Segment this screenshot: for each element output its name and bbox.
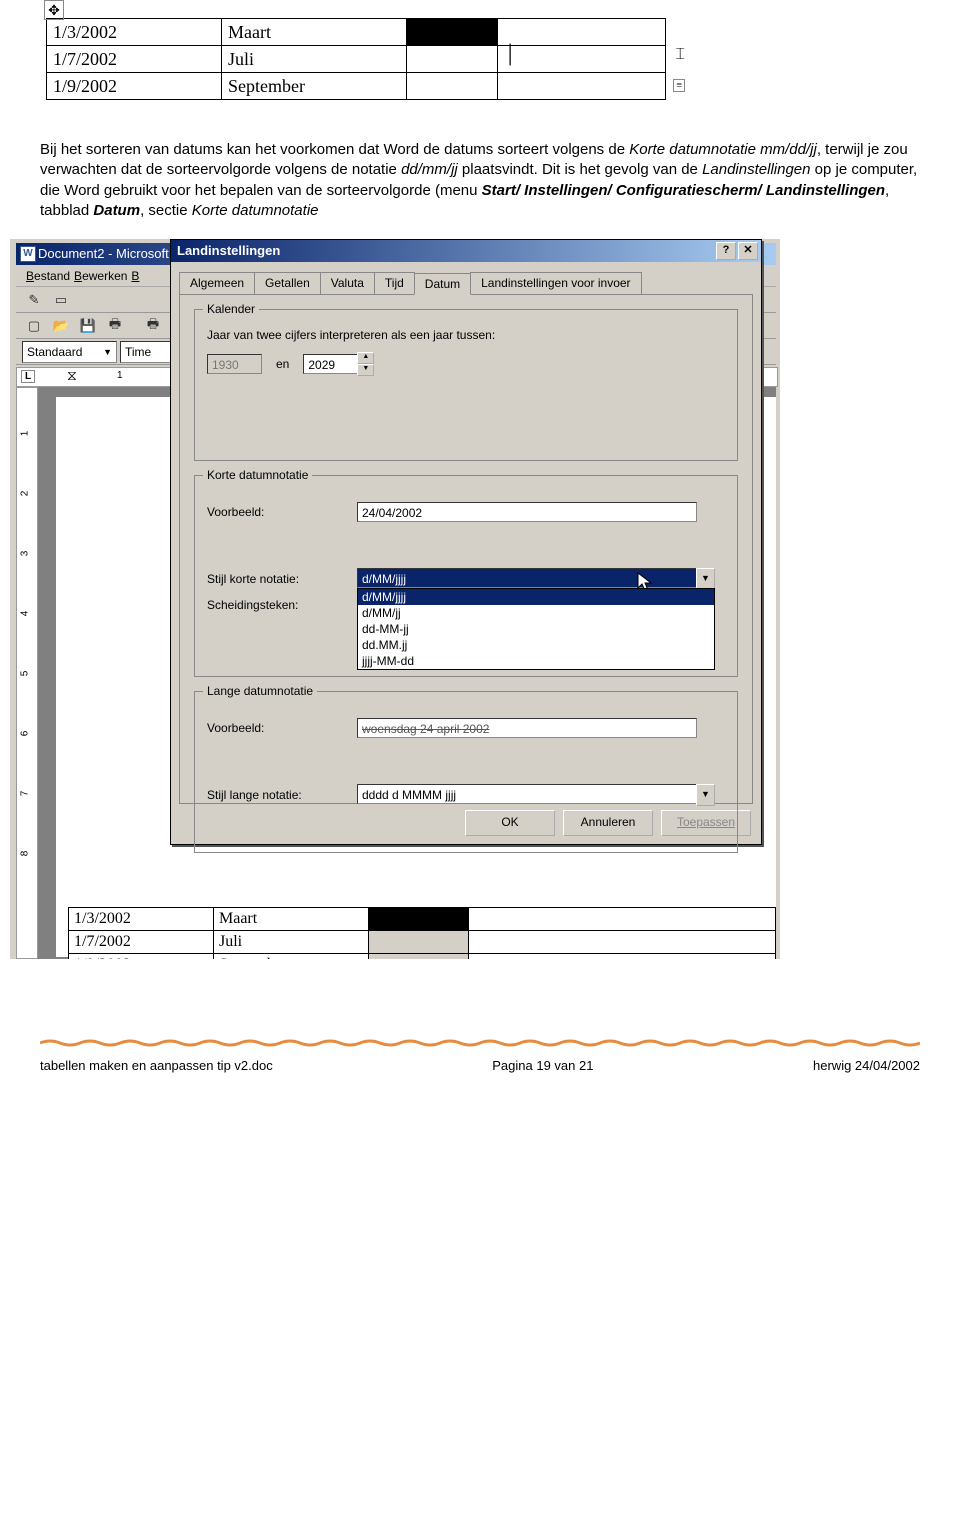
shade-cell xyxy=(407,73,498,100)
save-icon[interactable]: 💾 xyxy=(76,315,100,337)
table-row: 1/9/2002 September ≡ xyxy=(47,73,666,100)
month-cell: September xyxy=(222,73,407,100)
new-doc-icon[interactable]: ▢ xyxy=(22,315,46,337)
stijl-korte-combo[interactable]: d/MM/jjjj ▼ d/MM/jjjj d/MM/jj dd-MM-jj d… xyxy=(357,568,715,590)
stijl-korte-label: Stijl korte notatie: xyxy=(207,572,357,586)
close-button[interactable]: ✕ xyxy=(738,242,758,260)
voorbeeld-lange-value: woensdag 24 april 2002 xyxy=(357,718,697,738)
dates-table-top: 1/3/2002 Maart 1/7/2002 Juli │ ⌶ 1/9/200… xyxy=(46,18,666,100)
print-icon[interactable]: 🖶 xyxy=(103,315,127,337)
chevron-down-icon[interactable]: ▼ xyxy=(696,568,715,590)
month-cell: Maart xyxy=(222,19,407,46)
dialog-tabs: Algemeen Getallen Valuta Tijd Datum Land… xyxy=(179,272,753,294)
tab-getallen[interactable]: Getallen xyxy=(254,272,321,294)
date-cell: 1/3/2002 xyxy=(47,19,222,46)
footer-separator-icon xyxy=(40,1039,920,1047)
table-resize-handle-icon[interactable]: ≡ xyxy=(673,79,685,92)
table-move-handle[interactable]: ✥ xyxy=(44,0,64,20)
spin-up-icon[interactable]: ▲ xyxy=(357,352,374,364)
date-cell: 1/9/2002 xyxy=(47,73,222,100)
dropdown-option[interactable]: dd-MM-jj xyxy=(358,621,714,637)
tab-body: Kalender Jaar van twee cijfers interpret… xyxy=(179,294,753,804)
scheiding-label: Scheidingsteken: xyxy=(207,598,357,612)
dropdown-option[interactable]: d/MM/jjjj xyxy=(358,589,714,605)
voorbeeld-label: Voorbeeld: xyxy=(207,721,357,735)
body-paragraph: Bij het sorteren van datums kan het voor… xyxy=(40,140,920,221)
stijl-lange-value[interactable]: dddd d MMMM jjjj xyxy=(357,784,697,804)
landinstellingen-dialog: Landinstellingen ? ✕ Algemeen Getallen V… xyxy=(170,239,762,845)
tab-valuta[interactable]: Valuta xyxy=(320,272,375,294)
en-label: en xyxy=(276,357,289,371)
date-cell: 1/7/2002 xyxy=(47,46,222,73)
empty-cell: ≡ xyxy=(497,73,665,100)
kalender-group: Kalender Jaar van twee cijfers interpret… xyxy=(194,309,738,461)
dropdown-option[interactable]: jjjj-MM-dd xyxy=(358,653,714,669)
stijl-lange-combo[interactable]: dddd d MMMM jjjj ▼ xyxy=(357,784,715,806)
spin-down-icon[interactable]: ▼ xyxy=(357,364,374,376)
vertical-ruler[interactable]: 1 2 3 4 5 6 7 8 xyxy=(16,387,38,959)
table-row: 1/3/2002 Maart xyxy=(69,908,776,931)
dialog-title-text: Landinstellingen xyxy=(177,240,280,262)
tab-invoer[interactable]: Landinstellingen voor invoer xyxy=(470,272,641,294)
stijl-dropdown-list: d/MM/jjjj d/MM/jj dd-MM-jj dd.MM.jj jjjj… xyxy=(357,588,715,670)
tab-algemeen[interactable]: Algemeen xyxy=(179,272,255,294)
voorbeeld-value: 24/04/2002 xyxy=(357,502,697,522)
shade-cell xyxy=(407,19,498,46)
dialog-titlebar[interactable]: Landinstellingen ? ✕ xyxy=(171,240,761,262)
chevron-down-icon[interactable]: ▼ xyxy=(696,784,715,806)
screenshot-composite: W Document2 - Microsoft Word Bestand Bew… xyxy=(10,239,780,979)
year-spinner[interactable]: ▲ ▼ xyxy=(357,352,374,376)
voorbeeld-label: Voorbeeld: xyxy=(207,505,357,519)
tab-stop-icon[interactable]: L xyxy=(21,370,35,383)
page-footer: tabellen maken en aanpassen tip v2.doc P… xyxy=(40,1058,920,1073)
lange-datum-group: Lange datumnotatie Voorbeeld: woensdag 2… xyxy=(194,691,738,853)
group-title: Kalender xyxy=(203,302,259,316)
group-title: Lange datumnotatie xyxy=(203,684,317,698)
dates-table-inner: 1/3/2002 Maart 1/7/2002 Juli 1/9/2002 Se… xyxy=(68,907,776,959)
stijl-lange-label: Stijl lange notatie: xyxy=(207,788,357,802)
word-app-icon: W xyxy=(20,246,36,262)
footer-author-date: herwig 24/04/2002 xyxy=(813,1058,920,1073)
table-row: 1/9/2002 September xyxy=(69,954,776,960)
menu-bewerken[interactable]: Bewerken xyxy=(74,269,127,283)
menu-bestand[interactable]: Bestand xyxy=(26,269,70,283)
dropdown-option[interactable]: dd.MM.jj xyxy=(358,637,714,653)
month-cell: Juli xyxy=(222,46,407,73)
style-combo[interactable]: Standaard ▼ xyxy=(22,341,117,363)
help-button[interactable]: ? xyxy=(716,242,736,260)
open-icon[interactable]: 📂 xyxy=(49,315,73,337)
korte-datum-group: Korte datumnotatie Voorbeeld: 24/04/2002… xyxy=(194,475,738,677)
text-cursor-icon: │ xyxy=(504,44,517,65)
group-title: Korte datumnotatie xyxy=(203,468,312,482)
tab-datum[interactable]: Datum xyxy=(414,273,471,295)
table-row: 1/3/2002 Maart xyxy=(47,19,666,46)
eraser-icon[interactable]: ▭ xyxy=(49,289,73,311)
table-row: 1/7/2002 Juli xyxy=(69,931,776,954)
table-row: 1/7/2002 Juli │ ⌶ xyxy=(47,46,666,73)
year-from-input: 1930 xyxy=(207,354,262,374)
print-preview-icon[interactable]: 🖶 xyxy=(141,315,165,337)
footer-page-number: Pagina 19 van 21 xyxy=(492,1058,593,1073)
tab-tijd[interactable]: Tijd xyxy=(374,272,415,294)
stijl-korte-value[interactable]: d/MM/jjjj xyxy=(357,568,697,588)
menu-truncated[interactable]: B xyxy=(131,269,139,283)
calendar-label: Jaar van twee cijfers interpreteren als … xyxy=(207,328,725,342)
shade-cell xyxy=(407,46,498,73)
empty-cell: │ ⌶ xyxy=(497,46,665,73)
empty-cell xyxy=(497,19,665,46)
insertion-caret-icon: ⌶ xyxy=(675,46,685,64)
indent-marker-icon[interactable]: ⧖ xyxy=(67,367,77,384)
year-to-input[interactable]: 2029 xyxy=(303,354,358,374)
dropdown-option[interactable]: d/MM/jj xyxy=(358,605,714,621)
footer-filename: tabellen maken en aanpassen tip v2.doc xyxy=(40,1058,273,1073)
pencil-icon[interactable]: ✎ xyxy=(22,289,46,311)
